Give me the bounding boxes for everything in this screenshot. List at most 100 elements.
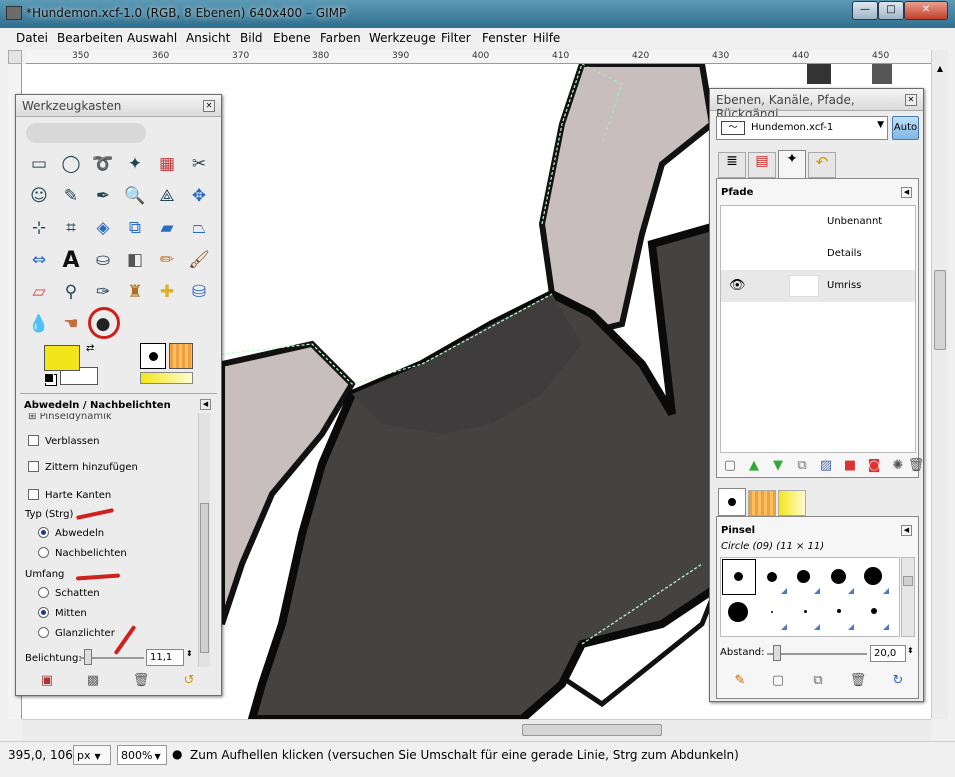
options-scrollbar[interactable]	[198, 413, 210, 667]
eraser-icon[interactable]: ▱	[26, 279, 52, 305]
flip-icon[interactable]: ⇔	[26, 247, 52, 273]
maximize-button[interactable]: □	[878, 1, 904, 20]
ink-icon[interactable]: ✑	[90, 279, 116, 305]
menu-fenster[interactable]: Fenster	[482, 31, 527, 45]
measure-icon[interactable]: ⟁	[154, 183, 180, 209]
active-gradient-icon[interactable]	[140, 372, 193, 384]
lower-path-icon[interactable]: ▼	[769, 457, 787, 475]
menu-datei[interactable]: Datei	[16, 31, 48, 45]
brushes-scrollbar[interactable]	[901, 557, 915, 637]
harte-kanten-checkbox[interactable]	[28, 489, 39, 500]
delete-path-icon[interactable]: 🗑	[907, 457, 925, 475]
perspective-icon[interactable]: ⏢	[186, 215, 212, 241]
menu-farben[interactable]: Farben	[320, 31, 361, 45]
foreground-color-swatch[interactable]	[44, 345, 80, 371]
list-item[interactable]: 👁 Umriss	[721, 270, 915, 302]
crop-icon[interactable]: ⌗	[58, 215, 84, 241]
belichtung-slider-thumb[interactable]	[84, 649, 92, 665]
abstand-slider-track[interactable]	[767, 653, 867, 655]
tab-undo[interactable]: ↶	[808, 152, 836, 178]
new-brush-icon[interactable]: ▢	[769, 672, 787, 690]
belichtung-value-field[interactable]: 11,1	[146, 649, 184, 666]
stroke-path-icon[interactable]: ◙	[865, 457, 883, 475]
rect-select-icon[interactable]: ▭	[26, 151, 52, 177]
abstand-spin-icon[interactable]: ⬍	[907, 646, 914, 655]
path-to-selection-icon[interactable]: ▨	[817, 457, 835, 475]
nachbelichten-radio[interactable]	[38, 547, 49, 558]
brush-item[interactable]	[734, 572, 743, 581]
tab-channels[interactable]: ▤	[748, 152, 776, 178]
glanzlichter-radio[interactable]	[38, 627, 49, 638]
reset-options-icon[interactable]: ↺	[180, 672, 198, 690]
blend-icon[interactable]: ◧	[122, 247, 148, 273]
vertical-scroll-thumb[interactable]	[934, 270, 946, 350]
abstand-slider-thumb[interactable]	[773, 645, 781, 661]
scissors-icon[interactable]: ✂	[186, 151, 212, 177]
dock-close-icon[interactable]: ✕	[905, 94, 917, 106]
brush-item[interactable]	[864, 567, 882, 585]
paths-icon[interactable]: ✎	[58, 183, 84, 209]
foreground-select-icon[interactable]: ☺	[26, 183, 52, 209]
selection-to-path-icon[interactable]: ■	[841, 457, 859, 475]
duplicate-brush-icon[interactable]: ⧉	[809, 672, 827, 690]
scale-icon[interactable]: ⧉	[122, 215, 148, 241]
vertical-scrollbar[interactable]: ▲	[931, 50, 948, 719]
fuzzy-select-icon[interactable]: ✦	[122, 151, 148, 177]
close-button[interactable]: ✕	[904, 1, 948, 20]
default-colors-icon[interactable]	[44, 373, 54, 383]
pinseldynamik-expander[interactable]: ⊞ Pinseldynamik	[28, 413, 112, 422]
auto-button[interactable]: Auto	[892, 116, 919, 140]
text-icon[interactable]: A	[58, 247, 84, 273]
menu-ansicht[interactable]: Ansicht	[186, 31, 230, 45]
ellipse-select-icon[interactable]: ◯	[58, 151, 84, 177]
brushes-scroll-thumb[interactable]	[903, 576, 913, 586]
list-item[interactable]: Unbenannt	[721, 206, 915, 238]
save-options-icon[interactable]: ▣	[38, 672, 56, 690]
minimize-button[interactable]: —	[852, 1, 878, 20]
brush-item[interactable]	[804, 610, 807, 613]
menu-bearbeiten[interactable]: Bearbeiten	[57, 31, 123, 45]
eye-icon[interactable]: 👁	[729, 278, 746, 293]
menu-filter[interactable]: Filter	[441, 31, 471, 45]
swap-colors-icon[interactable]: ⇄	[86, 343, 94, 354]
mitten-radio[interactable]	[38, 607, 49, 618]
schatten-option[interactable]: Schatten	[38, 587, 100, 599]
belichtung-spin-icon[interactable]: ⬍	[186, 649, 193, 658]
harte-kanten-option[interactable]: Harte Kanten	[28, 489, 111, 501]
mitten-option[interactable]: Mitten	[38, 607, 87, 619]
list-item[interactable]: Details	[721, 238, 915, 270]
abwedeln-radio[interactable]	[38, 527, 49, 538]
horizontal-scrollbar[interactable]	[22, 719, 931, 741]
brush-item[interactable]	[771, 611, 773, 613]
heal-icon[interactable]: ✚	[154, 279, 180, 305]
menu-hilfe[interactable]: Hilfe	[533, 31, 560, 45]
tab-gradients[interactable]	[778, 490, 806, 516]
zittern-checkbox[interactable]	[28, 461, 39, 472]
brush-item[interactable]	[728, 602, 748, 622]
brushes-menu-icon[interactable]: ◀	[901, 525, 912, 536]
zoom-icon[interactable]: 🔍	[122, 183, 148, 209]
duplicate-path-icon[interactable]: ⧉	[793, 457, 811, 475]
active-brush-icon[interactable]	[140, 343, 166, 369]
color-picker-icon[interactable]: ✒	[90, 183, 116, 209]
smudge-icon[interactable]: ☚	[58, 311, 84, 337]
paths-menu-icon[interactable]: ◀	[901, 187, 912, 198]
shear-icon[interactable]: ▰	[154, 215, 180, 241]
verblassen-checkbox[interactable]	[28, 435, 39, 446]
tab-paths[interactable]: ✦	[778, 150, 806, 178]
free-select-icon[interactable]: ➰	[90, 151, 116, 177]
airbrush-icon[interactable]: ⚲	[58, 279, 84, 305]
paint-along-path-icon[interactable]: ✺	[889, 457, 907, 475]
unit-select[interactable]: px ▼	[73, 745, 111, 765]
perspective-clone-icon[interactable]: ⛁	[186, 279, 212, 305]
blur-icon[interactable]: 💧	[26, 311, 52, 337]
zoom-select[interactable]: 800% ▼	[117, 745, 167, 765]
schatten-radio[interactable]	[38, 587, 49, 598]
move-icon[interactable]: ✥	[186, 183, 212, 209]
abwedeln-option[interactable]: Abwedeln	[38, 527, 104, 539]
horizontal-scroll-thumb[interactable]	[522, 724, 662, 736]
abstand-value-field[interactable]: 20,0	[870, 645, 906, 662]
edit-brush-icon[interactable]: ✎	[731, 672, 749, 690]
delete-options-icon[interactable]: 🗑	[132, 672, 150, 690]
bucket-fill-icon[interactable]: ⛀	[90, 247, 116, 273]
